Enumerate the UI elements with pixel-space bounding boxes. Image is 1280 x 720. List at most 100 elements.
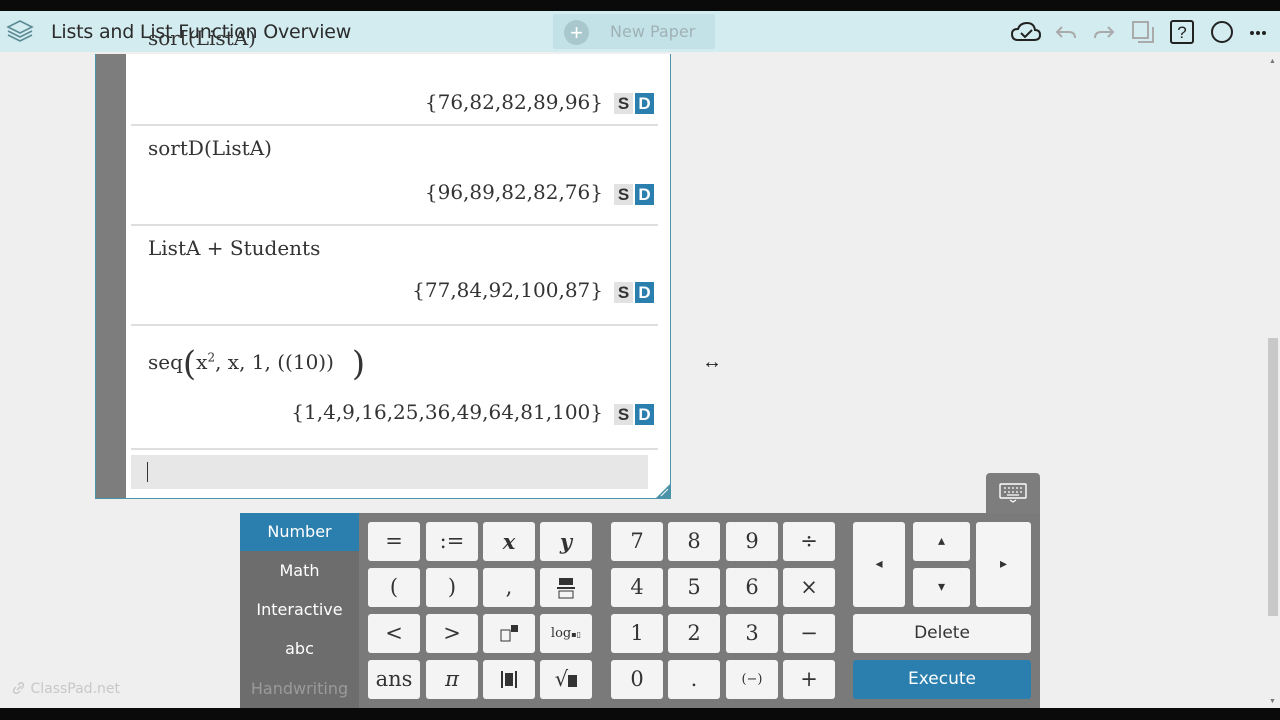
entry-expression: ListA + Students [148, 236, 321, 260]
scroll-down-arrow-icon[interactable]: ▼ [1269, 698, 1276, 705]
history-entry[interactable]: sort(ListA) {76,82,82,89,96} S D [131, 22, 658, 126]
scroll-up-arrow-icon[interactable]: ▲ [1269, 58, 1276, 65]
classpad-watermark: ClassPad.net [12, 681, 120, 697]
entry-result: {76,82,82,89,96} [424, 90, 603, 114]
svg-text:?: ? [1177, 23, 1186, 42]
key-pi[interactable]: π [426, 660, 478, 699]
more-options-icon[interactable] [1248, 19, 1268, 45]
power-icon [500, 625, 518, 642]
key-power[interactable] [483, 614, 535, 653]
delete-button[interactable]: Delete [853, 614, 1031, 653]
sd-toggle[interactable]: S D [614, 282, 654, 303]
key-2[interactable]: 2 [668, 614, 720, 653]
decimal-toggle[interactable]: D [635, 282, 654, 303]
text-caret [147, 462, 148, 482]
entry-expression: seq(x2, x, 1, ((10))) [148, 344, 365, 384]
key-arrow-left[interactable]: ◂ [853, 522, 905, 607]
tab-interactive[interactable]: Interactive [240, 591, 359, 629]
absolute-value-icon [501, 671, 517, 688]
sqrt-label: √ [554, 667, 569, 691]
standard-toggle[interactable]: S [614, 93, 633, 114]
undo-icon[interactable] [1054, 19, 1078, 45]
log-base-box-icon: ▪▯ [571, 630, 582, 639]
entry-expression: sortD(ListA) [148, 136, 272, 160]
keyboard-icon [999, 483, 1027, 503]
link-icon [12, 681, 25, 695]
entry-expression: sort(ListA) [148, 26, 256, 50]
key-6[interactable]: 6 [726, 568, 778, 607]
keyboard-toggle-button[interactable] [986, 473, 1040, 514]
key-negative[interactable]: (−) [726, 660, 778, 699]
key-fraction[interactable] [540, 568, 592, 607]
copy-icon[interactable] [1130, 19, 1156, 45]
sd-toggle[interactable]: S D [614, 404, 654, 425]
history-entry[interactable]: ListA + Students {77,84,92,100,87} S D [131, 226, 658, 326]
sqrt-box-icon [568, 675, 578, 687]
key-1[interactable]: 1 [611, 614, 663, 653]
virtual-keyboard: Number Math Interactive abc Handwriting … [240, 513, 1040, 708]
key-ans[interactable]: ans [368, 660, 420, 699]
key-3[interactable]: 3 [726, 614, 778, 653]
key-plus[interactable]: + [783, 660, 835, 699]
key-x[interactable]: x [483, 522, 535, 561]
key-decimal-point[interactable]: . [668, 660, 720, 699]
redo-icon[interactable] [1092, 19, 1116, 45]
standard-toggle[interactable]: S [614, 184, 633, 205]
key-equals[interactable]: = [368, 522, 420, 561]
keyboard-tabs: Number Math Interactive abc Handwriting [240, 513, 359, 708]
tab-handwriting[interactable]: Handwriting [240, 670, 359, 708]
app-window: Lists and List Function Overview + New P… [0, 11, 1280, 708]
key-arrow-right[interactable]: ▸ [976, 522, 1031, 607]
history-entry[interactable]: sortD(ListA) {96,89,82,82,76} S D [131, 126, 658, 226]
decimal-toggle[interactable]: D [635, 184, 654, 205]
tab-math[interactable]: Math [240, 552, 359, 590]
key-9[interactable]: 9 [726, 522, 778, 561]
key-log-base[interactable]: log▪▯ [540, 614, 592, 653]
key-8[interactable]: 8 [668, 522, 720, 561]
cloud-sync-icon[interactable] [1010, 19, 1042, 45]
key-4[interactable]: 4 [611, 568, 663, 607]
key-less-than[interactable]: < [368, 614, 420, 653]
key-7[interactable]: 7 [611, 522, 663, 561]
key-comma[interactable]: , [483, 568, 535, 607]
standard-toggle[interactable]: S [614, 404, 633, 425]
key-multiply[interactable]: × [783, 568, 835, 607]
key-0[interactable]: 0 [611, 660, 663, 699]
standard-toggle[interactable]: S [614, 282, 633, 303]
tab-number[interactable]: Number [240, 513, 359, 551]
account-circle-icon[interactable] [1209, 19, 1235, 45]
key-minus[interactable]: − [783, 614, 835, 653]
key-divide[interactable]: ÷ [783, 522, 835, 561]
key-square-root[interactable]: √ [540, 660, 592, 699]
key-right-paren[interactable]: ) [426, 568, 478, 607]
layers-icon[interactable] [6, 19, 34, 45]
key-left-paren[interactable]: ( [368, 568, 420, 607]
key-arrow-down[interactable]: ▾ [913, 568, 970, 607]
key-y[interactable]: y [540, 522, 592, 561]
key-greater-than[interactable]: > [426, 614, 478, 653]
vertical-scrollbar[interactable]: ▲ ▼ [1266, 52, 1280, 708]
sd-toggle[interactable]: S D [614, 93, 654, 114]
help-icon[interactable]: ? [1169, 19, 1195, 45]
key-assign[interactable]: := [426, 522, 478, 561]
execute-button[interactable]: Execute [853, 660, 1031, 699]
key-5[interactable]: 5 [668, 568, 720, 607]
fraction-icon [557, 578, 575, 599]
open-paren: ( [182, 344, 197, 384]
tab-abc[interactable]: abc [240, 630, 359, 668]
seq-function-name: seq [148, 350, 183, 374]
decimal-toggle[interactable]: D [635, 404, 654, 425]
entry-result: {96,89,82,82,76} [424, 180, 603, 204]
scrollbar-thumb[interactable] [1268, 338, 1278, 616]
entry-result: {1,4,9,16,25,36,49,64,81,100} [291, 400, 603, 424]
card-side-bar[interactable] [96, 54, 126, 498]
resize-handle-icon[interactable] [656, 484, 670, 498]
history-entry[interactable]: seq(x2, x, 1, ((10))) {1,4,9,16,25,36,49… [131, 326, 658, 450]
sd-toggle[interactable]: S D [614, 184, 654, 205]
key-absolute-value[interactable] [483, 660, 535, 699]
expression-input[interactable] [131, 455, 648, 489]
key-arrow-up[interactable]: ▴ [913, 522, 970, 561]
entry-result: {77,84,92,100,87} [412, 278, 603, 302]
seq-arguments: , x, 1, ((10)) [215, 350, 334, 374]
decimal-toggle[interactable]: D [635, 93, 654, 114]
